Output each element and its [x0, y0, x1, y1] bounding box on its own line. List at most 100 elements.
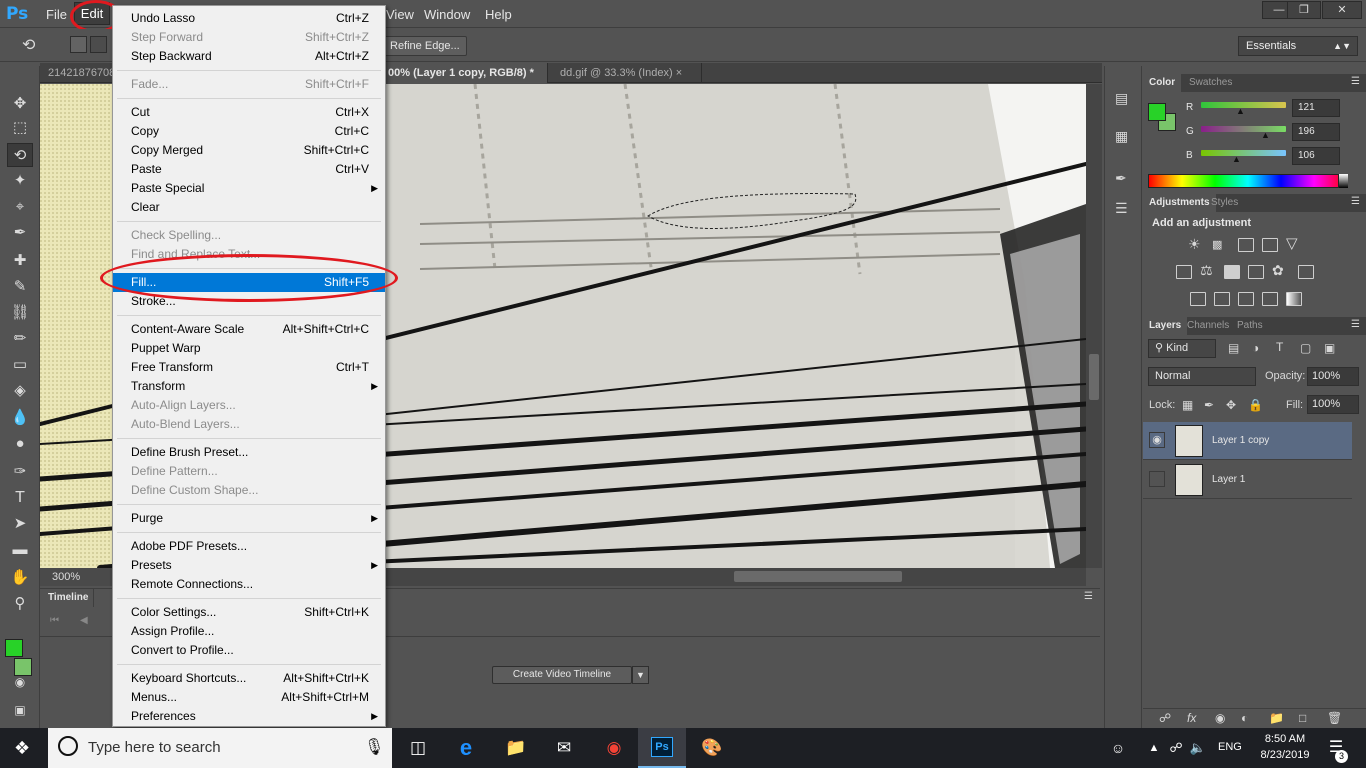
- tab-swatches[interactable]: Swatches: [1183, 74, 1238, 92]
- menu-item-define-brush-preset[interactable]: Define Brush Preset...: [113, 443, 385, 462]
- clock[interactable]: 8:50 AM 8/23/2019: [1254, 731, 1316, 763]
- menu-item-color-settings[interactable]: Color Settings... Shift+Ctrl+K: [113, 603, 385, 622]
- healing-brush-tool-icon[interactable]: ✚: [7, 249, 33, 273]
- history-brush-tool-icon[interactable]: ✏: [7, 327, 33, 351]
- first-frame-icon[interactable]: ⏮: [50, 615, 59, 626]
- quick-mask-icon[interactable]: ◉: [7, 670, 33, 694]
- curves-icon[interactable]: [1238, 238, 1254, 252]
- panel-menu-icon[interactable]: ☰: [1351, 319, 1360, 330]
- menu-item-assign-profile[interactable]: Assign Profile...: [113, 622, 385, 641]
- menu-item-paste-special[interactable]: Paste Special ▶: [113, 179, 385, 198]
- taskbar-search-box[interactable]: Type here to search 🎙: [48, 728, 392, 768]
- hand-tool-icon[interactable]: ✋: [7, 566, 33, 590]
- delete-layer-icon[interactable]: 🗑: [1327, 711, 1342, 725]
- paint-icon[interactable]: 🎨: [698, 736, 726, 760]
- color-ramp[interactable]: [1148, 174, 1348, 188]
- menu-item-content-aware-scale[interactable]: Content-Aware Scale Alt+Shift+Ctrl+C: [113, 320, 385, 339]
- menu-item-free-transform[interactable]: Free Transform Ctrl+T: [113, 358, 385, 377]
- channel-value-field[interactable]: 106: [1292, 147, 1340, 165]
- new-selection-icon[interactable]: [70, 36, 87, 53]
- selective-color-icon[interactable]: [1262, 292, 1278, 306]
- slider-thumb-icon[interactable]: ▲: [1232, 154, 1241, 164]
- menu-item-find-and-replace-text[interactable]: Find and Replace Text...: [113, 245, 385, 264]
- menu-item-define-pattern[interactable]: Define Pattern...: [113, 462, 385, 481]
- restore-icon[interactable]: ❐: [1287, 1, 1321, 19]
- layer-row[interactable]: ◉ Layer 1 copy: [1143, 422, 1352, 460]
- menu-item-cut[interactable]: Cut Ctrl+X: [113, 103, 385, 122]
- close-icon[interactable]: ✕: [1322, 1, 1362, 19]
- pixel-layer-filter-icon[interactable]: ▤: [1228, 341, 1239, 355]
- menu-item-puppet-warp[interactable]: Puppet Warp: [113, 339, 385, 358]
- eraser-tool-icon[interactable]: ▭: [7, 353, 33, 377]
- close-icon[interactable]: ×: [676, 67, 682, 79]
- blend-mode-select[interactable]: Normal: [1148, 367, 1256, 386]
- zoom-tool-icon[interactable]: ⚲: [7, 592, 33, 616]
- move-tool-icon[interactable]: ✥: [7, 92, 33, 116]
- tab-layer-1-copy[interactable]: 00% (Layer 1 copy, RGB/8) * ×: [380, 63, 548, 99]
- exposure-icon[interactable]: [1262, 238, 1278, 252]
- lock-transparent-icon[interactable]: ▦: [1182, 398, 1193, 412]
- language-indicator[interactable]: ENG: [1218, 741, 1242, 753]
- adjustment-layer-filter-icon[interactable]: ◑: [1252, 341, 1259, 355]
- tab-document-1[interactable]: 21421876708: [40, 63, 120, 83]
- menu-item-remote-connections[interactable]: Remote Connections...: [113, 575, 385, 594]
- menu-item-step-backward[interactable]: Step Backward Alt+Ctrl+Z: [113, 47, 385, 66]
- vibrance-icon[interactable]: ▽: [1286, 234, 1298, 252]
- timeline-tab[interactable]: Timeline: [40, 589, 94, 607]
- new-layer-icon[interactable]: □: [1299, 711, 1306, 725]
- tab-channels[interactable]: Channels: [1181, 317, 1235, 335]
- task-view-icon[interactable]: ◫: [404, 736, 432, 760]
- mail-icon[interactable]: ✉: [550, 736, 578, 760]
- menu-item-stroke[interactable]: Stroke...: [113, 292, 385, 311]
- screen-mode-icon[interactable]: ▣: [7, 698, 33, 722]
- add-selection-icon[interactable]: [90, 36, 107, 53]
- layer-row[interactable]: Layer 1: [1143, 461, 1352, 499]
- link-layers-icon[interactable]: ☍: [1159, 711, 1171, 725]
- marquee-tool-icon[interactable]: ⬚: [7, 116, 33, 140]
- properties-icon[interactable]: ▦: [1115, 128, 1128, 145]
- eye-icon[interactable]: ◉: [1149, 432, 1165, 448]
- menu-item-clear[interactable]: Clear: [113, 198, 385, 217]
- channel-value-field[interactable]: 121: [1292, 99, 1340, 117]
- canvas-vertical-scrollbar[interactable]: [1086, 84, 1102, 568]
- channel-slider[interactable]: [1201, 126, 1286, 132]
- menu-item-fill[interactable]: Fill... Shift+F5: [113, 273, 385, 292]
- workspace-select[interactable]: Essentials ▲▼: [1238, 36, 1358, 56]
- windows-start-icon[interactable]: ❖: [14, 738, 30, 759]
- menu-edit[interactable]: Edit: [74, 2, 110, 25]
- dodge-tool-icon[interactable]: ●: [7, 432, 33, 456]
- clone-stamp-tool-icon[interactable]: ⛓: [7, 301, 33, 325]
- tab-color[interactable]: Color: [1143, 74, 1182, 92]
- menu-item-check-spelling[interactable]: Check Spelling...: [113, 226, 385, 245]
- menu-item-paste[interactable]: Paste Ctrl+V: [113, 160, 385, 179]
- rectangle-tool-icon[interactable]: ▬: [7, 538, 33, 562]
- lock-all-icon[interactable]: 🔒: [1248, 398, 1263, 412]
- file-explorer-icon[interactable]: 📁: [502, 736, 530, 760]
- menu-item-convert-to-profile[interactable]: Convert to Profile...: [113, 641, 385, 660]
- black-white-icon[interactable]: [1224, 265, 1240, 279]
- menu-item-purge[interactable]: Purge ▶: [113, 509, 385, 528]
- channel-mixer-icon[interactable]: ✿: [1272, 262, 1284, 279]
- menu-help[interactable]: Help: [485, 7, 512, 22]
- menu-item-preferences[interactable]: Preferences ▶: [113, 707, 385, 726]
- fill-field[interactable]: 100%: [1307, 395, 1359, 414]
- channel-value-field[interactable]: 196: [1292, 123, 1340, 141]
- menu-item-transform[interactable]: Transform ▶: [113, 377, 385, 396]
- lasso-icon[interactable]: ⟲: [22, 35, 35, 55]
- menu-item-undo-lasso[interactable]: Undo Lasso Ctrl+Z: [113, 9, 385, 28]
- lock-position-icon[interactable]: ✥: [1226, 398, 1236, 412]
- menu-item-step-forward[interactable]: Step Forward Shift+Ctrl+Z: [113, 28, 385, 47]
- people-icon[interactable]: ☺: [1104, 736, 1132, 760]
- black-white-ramp[interactable]: [1338, 174, 1348, 188]
- chrome-icon[interactable]: ◉: [600, 736, 628, 760]
- menu-item-menus[interactable]: Menus... Alt+Shift+Ctrl+M: [113, 688, 385, 707]
- photoshop-taskbar-button[interactable]: Ps: [638, 728, 686, 768]
- panel-menu-icon[interactable]: ☰: [1351, 76, 1360, 87]
- eyedropper-tool-icon[interactable]: ✒: [7, 221, 33, 245]
- hue-saturation-icon[interactable]: [1176, 265, 1192, 279]
- scroll-thumb[interactable]: [1089, 354, 1099, 400]
- menu-item-fade[interactable]: Fade... Shift+Ctrl+F: [113, 75, 385, 94]
- previous-frame-icon[interactable]: ◀: [80, 615, 88, 626]
- create-video-timeline-button[interactable]: Create Video Timeline: [492, 666, 632, 684]
- tab-paths[interactable]: Paths: [1231, 317, 1269, 335]
